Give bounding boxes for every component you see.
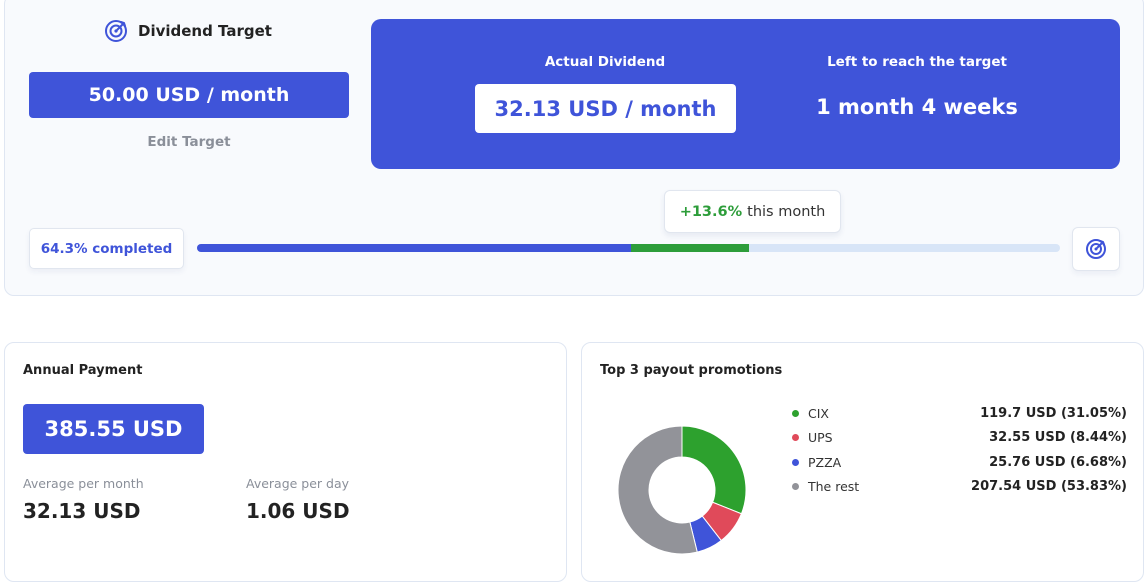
target-icon: [1086, 239, 1106, 259]
legend-name: The rest: [808, 479, 860, 495]
target-goal-button[interactable]: [1072, 227, 1120, 271]
monthly-gain-tooltip: +13.6% this month: [664, 190, 841, 233]
legend-dot: [792, 458, 799, 466]
legend-name: CIX: [808, 405, 829, 421]
average-per-month-label: Average per month: [23, 476, 144, 491]
average-per-day-value: 1.06 USD: [246, 499, 350, 523]
monthly-gain-suffix: this month: [747, 203, 826, 220]
annual-payment-value: 385.55 USD: [23, 404, 204, 454]
annual-payment-panel: Annual Payment 385.55 USD Average per mo…: [4, 342, 567, 582]
average-per-day-label: Average per day: [246, 476, 350, 491]
payout-promotions-panel: Top 3 payout promotions CIX 119.7 USD (3…: [581, 342, 1144, 582]
actual-dividend-label: Actual Dividend: [544, 54, 666, 70]
payout-donut-chart: [617, 425, 747, 555]
payout-promotions-title: Top 3 payout promotions: [600, 363, 783, 378]
legend-name: PZZA: [808, 454, 842, 470]
left-to-target-label: Left to reach the target: [827, 54, 1007, 70]
legend-dot: [792, 483, 799, 491]
dividend-target-header: Dividend Target: [104, 18, 272, 44]
target-value-button[interactable]: 50.00 USD / month: [29, 72, 349, 118]
left-to-target-value: 1 month 4 weeks: [816, 95, 1018, 119]
monthly-gain-percent: +13.6%: [679, 203, 743, 220]
legend-item-pzza: PZZA 25.76 USD (6.68%): [792, 450, 1127, 475]
target-icon: [105, 20, 127, 42]
legend-dot: [792, 409, 799, 417]
progress-monthly-gain-fill: [631, 244, 750, 252]
legend-value: 32.55 USD (8.44%): [989, 430, 1127, 446]
edit-target-link[interactable]: Edit Target: [29, 134, 349, 150]
average-per-month-value: 32.13 USD: [23, 499, 141, 523]
donut-slice-cix[interactable]: [681, 425, 747, 515]
legend-item-the-rest: The rest 207.54 USD (53.83%): [792, 475, 1127, 500]
annual-payment-title: Annual Payment: [23, 363, 143, 378]
legend-value: 207.54 USD (53.83%): [971, 479, 1127, 495]
legend-value: 119.7 USD (31.05%): [980, 405, 1127, 421]
progress-completed-fill: [197, 244, 632, 252]
actual-dividend-value: 32.13 USD / month: [475, 84, 736, 133]
payout-legend: CIX 119.7 USD (31.05%) UPS 32.55 USD (8.…: [792, 401, 1127, 499]
target-progress-bar: [197, 244, 1060, 252]
dividend-target-title: Dividend Target: [138, 22, 272, 40]
legend-value: 25.76 USD (6.68%): [989, 454, 1127, 470]
legend-dot: [792, 434, 799, 442]
legend-name: UPS: [808, 430, 833, 446]
legend-item-cix: CIX 119.7 USD (31.05%): [792, 401, 1127, 426]
dividend-summary-card: Actual Dividend 32.13 USD / month Left t…: [371, 19, 1120, 169]
completed-badge: 64.3% completed: [29, 228, 184, 269]
legend-item-ups: UPS 32.55 USD (8.44%): [792, 426, 1127, 451]
